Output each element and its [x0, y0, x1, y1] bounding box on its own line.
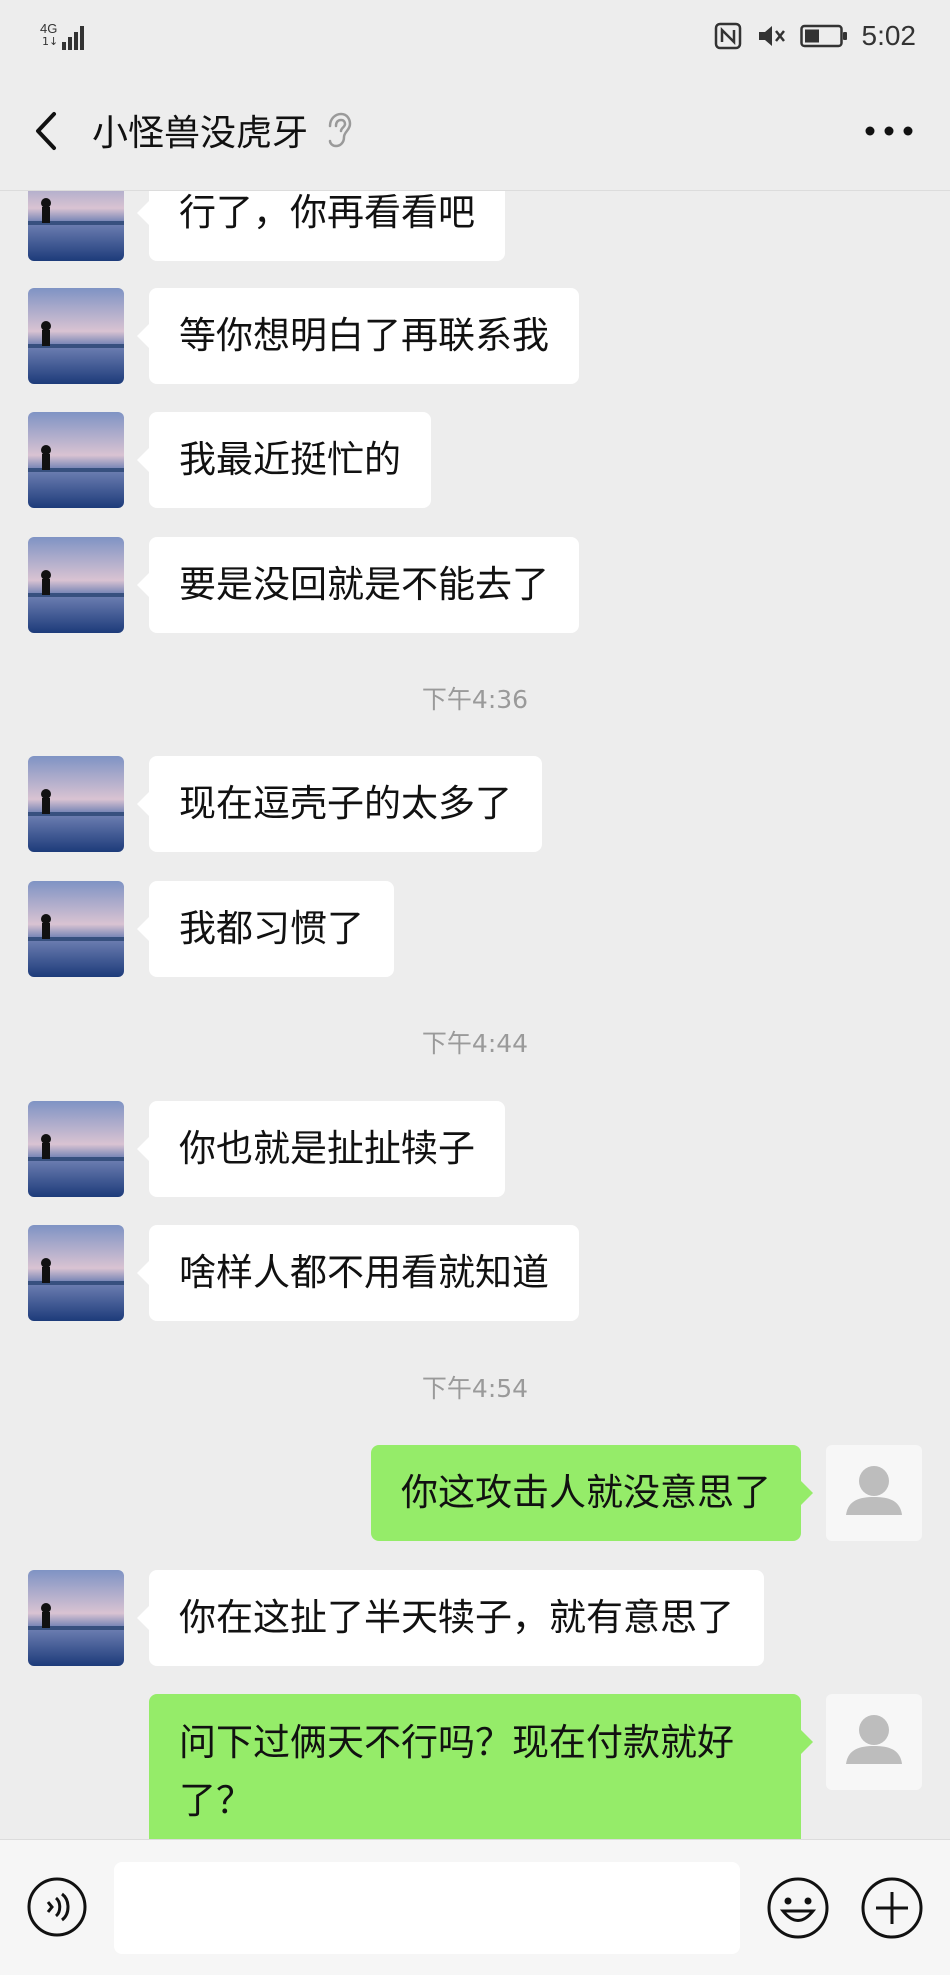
network-type: 4G	[40, 21, 58, 36]
contact-avatar[interactable]	[28, 1570, 124, 1666]
contact-avatar[interactable]	[28, 191, 124, 261]
message-bubble[interactable]: 我都习惯了	[137, 881, 394, 977]
more-dots-icon[interactable]	[864, 116, 914, 146]
message-bubble[interactable]: 你也就是扯扯犊子	[137, 1101, 505, 1197]
message-bubble[interactable]: 啥样人都不用看就知道	[137, 1225, 579, 1321]
message-bubble[interactable]: 行了，你再看看吧	[137, 191, 505, 261]
plus-circle-icon[interactable]	[860, 1876, 924, 1940]
default-avatar-icon	[846, 1466, 902, 1515]
contact-avatar[interactable]	[28, 881, 124, 977]
signal-indicator: 4G 1↓	[40, 22, 88, 52]
message-bubble[interactable]: 要是没回就是不能去了	[137, 537, 579, 633]
message-bubble[interactable]: 我最近挺忙的	[137, 412, 431, 508]
my-message-bubble[interactable]: 你这攻击人就没意思了	[371, 1445, 813, 1541]
network-activity: 1↓	[42, 35, 59, 48]
chat-header: 小怪兽没虎牙	[0, 72, 950, 191]
my-avatar[interactable]	[826, 1445, 922, 1541]
contact-avatar[interactable]	[28, 1101, 124, 1197]
default-avatar-icon	[846, 1715, 902, 1764]
signal-bars-icon	[62, 26, 84, 50]
ear-icon	[328, 112, 352, 148]
message-bubble[interactable]: 等你想明白了再联系我	[137, 288, 579, 384]
my-avatar[interactable]	[826, 1694, 922, 1790]
chevron-left-icon[interactable]	[28, 108, 68, 154]
input-bar	[0, 1839, 950, 1975]
chat-title: 小怪兽没虎牙	[92, 113, 309, 154]
timestamp: 下午4:54	[421, 1374, 529, 1403]
chat-messages[interactable]: 行了，你再看看吧 等你想明白了再联系我 我最近挺忙的 要是没回就是不能去了 下午…	[0, 191, 950, 1839]
contact-avatar[interactable]	[28, 412, 124, 508]
timestamp: 下午4:44	[421, 1029, 529, 1058]
mute-icon	[758, 26, 785, 46]
contact-avatar[interactable]	[28, 1225, 124, 1321]
status-bar: 4G 1↓ 5:02	[0, 0, 950, 72]
message-bubble[interactable]: 你在这扯了半天犊子，就有意思了	[137, 1570, 764, 1666]
status-time: 5:02	[861, 20, 917, 51]
contact-avatar[interactable]	[28, 288, 124, 384]
contact-avatar[interactable]	[28, 756, 124, 852]
my-message-bubble[interactable]: 问下过俩天不行吗？现在付款就好了？	[149, 1694, 813, 1839]
battery-icon	[799, 24, 847, 48]
message-input[interactable]	[114, 1862, 740, 1954]
timestamp: 下午4:36	[421, 685, 529, 714]
emoji-icon[interactable]	[766, 1876, 830, 1940]
voice-icon[interactable]	[26, 1876, 88, 1938]
message-bubble[interactable]: 现在逗壳子的太多了	[137, 756, 542, 852]
nfc-icon	[714, 22, 741, 50]
contact-avatar[interactable]	[28, 537, 124, 633]
